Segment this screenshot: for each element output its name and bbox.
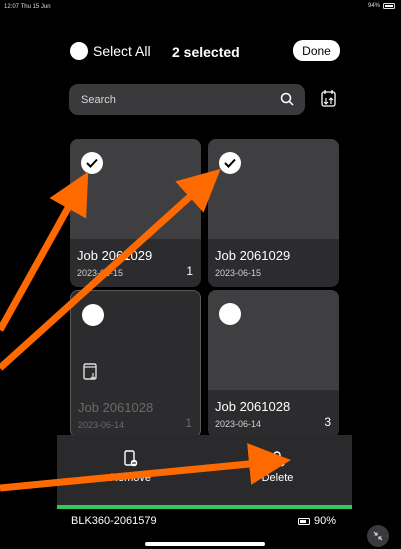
action-bar: Remove Delete xyxy=(57,435,352,508)
job-count: 3 xyxy=(324,415,331,429)
job-card[interactable]: Job 2061029 2023-06-15 1 xyxy=(70,139,201,287)
device-status-row: BLK360-2061579 90% xyxy=(57,512,352,532)
job-date: 2023-06-14 xyxy=(78,420,125,430)
connection-status-bar xyxy=(57,505,352,509)
delete-label: Delete xyxy=(261,472,294,484)
job-title: Job 2061029 xyxy=(215,248,291,263)
job-title: Job 2061029 xyxy=(77,248,153,263)
job-card[interactable]: Job 2061029 2023-06-15 xyxy=(208,139,339,287)
job-card[interactable]: Job 2061028 2023-06-14 1 xyxy=(70,290,201,438)
job-date: 2023-06-15 xyxy=(215,268,262,278)
select-all-toggle[interactable]: Select All xyxy=(70,42,151,60)
select-all-radio-icon xyxy=(70,42,88,60)
job-count: 1 xyxy=(186,264,193,278)
status-bar: 12:07 Thu 15 Jun 94% xyxy=(0,0,401,14)
job-title: Job 2061028 xyxy=(78,400,154,415)
search-field[interactable]: Search xyxy=(69,84,305,115)
checkmark-icon[interactable] xyxy=(219,152,241,174)
delete-button[interactable]: Delete xyxy=(204,435,351,508)
collapse-icon[interactable] xyxy=(367,525,389,547)
home-indicator[interactable] xyxy=(145,542,265,546)
status-battery-percent: 94% xyxy=(367,3,380,9)
search-icon[interactable] xyxy=(280,92,294,109)
done-button[interactable]: Done xyxy=(293,40,340,61)
select-all-label: Select All xyxy=(93,43,151,59)
status-time: 12:07 Thu 15 Jun xyxy=(4,4,51,10)
job-date: 2023-06-14 xyxy=(215,419,262,429)
remove-label: Remove xyxy=(110,472,151,484)
device-name: BLK360-2061579 xyxy=(71,515,157,527)
delete-icon xyxy=(271,451,285,467)
device-battery: 90% xyxy=(297,515,336,527)
document-download-icon xyxy=(83,363,97,386)
job-card[interactable]: Job 2061028 2023-06-14 3 xyxy=(208,290,339,438)
unselected-radio-icon[interactable] xyxy=(82,304,104,326)
job-date: 2023-06-15 xyxy=(77,268,124,278)
device-battery-icon xyxy=(297,517,310,525)
selected-count: 2 selected xyxy=(172,44,240,60)
checkmark-icon[interactable] xyxy=(81,152,103,174)
job-title: Job 2061028 xyxy=(215,399,291,414)
battery-icon xyxy=(383,3,395,9)
remove-button[interactable]: Remove xyxy=(57,435,204,508)
device-battery-percent: 90% xyxy=(313,515,336,527)
remove-device-icon xyxy=(123,450,137,467)
calendar-sort-icon[interactable] xyxy=(320,89,338,114)
search-placeholder: Search xyxy=(81,93,116,106)
job-count: 1 xyxy=(185,416,192,430)
unselected-radio-icon[interactable] xyxy=(219,303,241,325)
status-battery: 94% xyxy=(368,3,395,9)
